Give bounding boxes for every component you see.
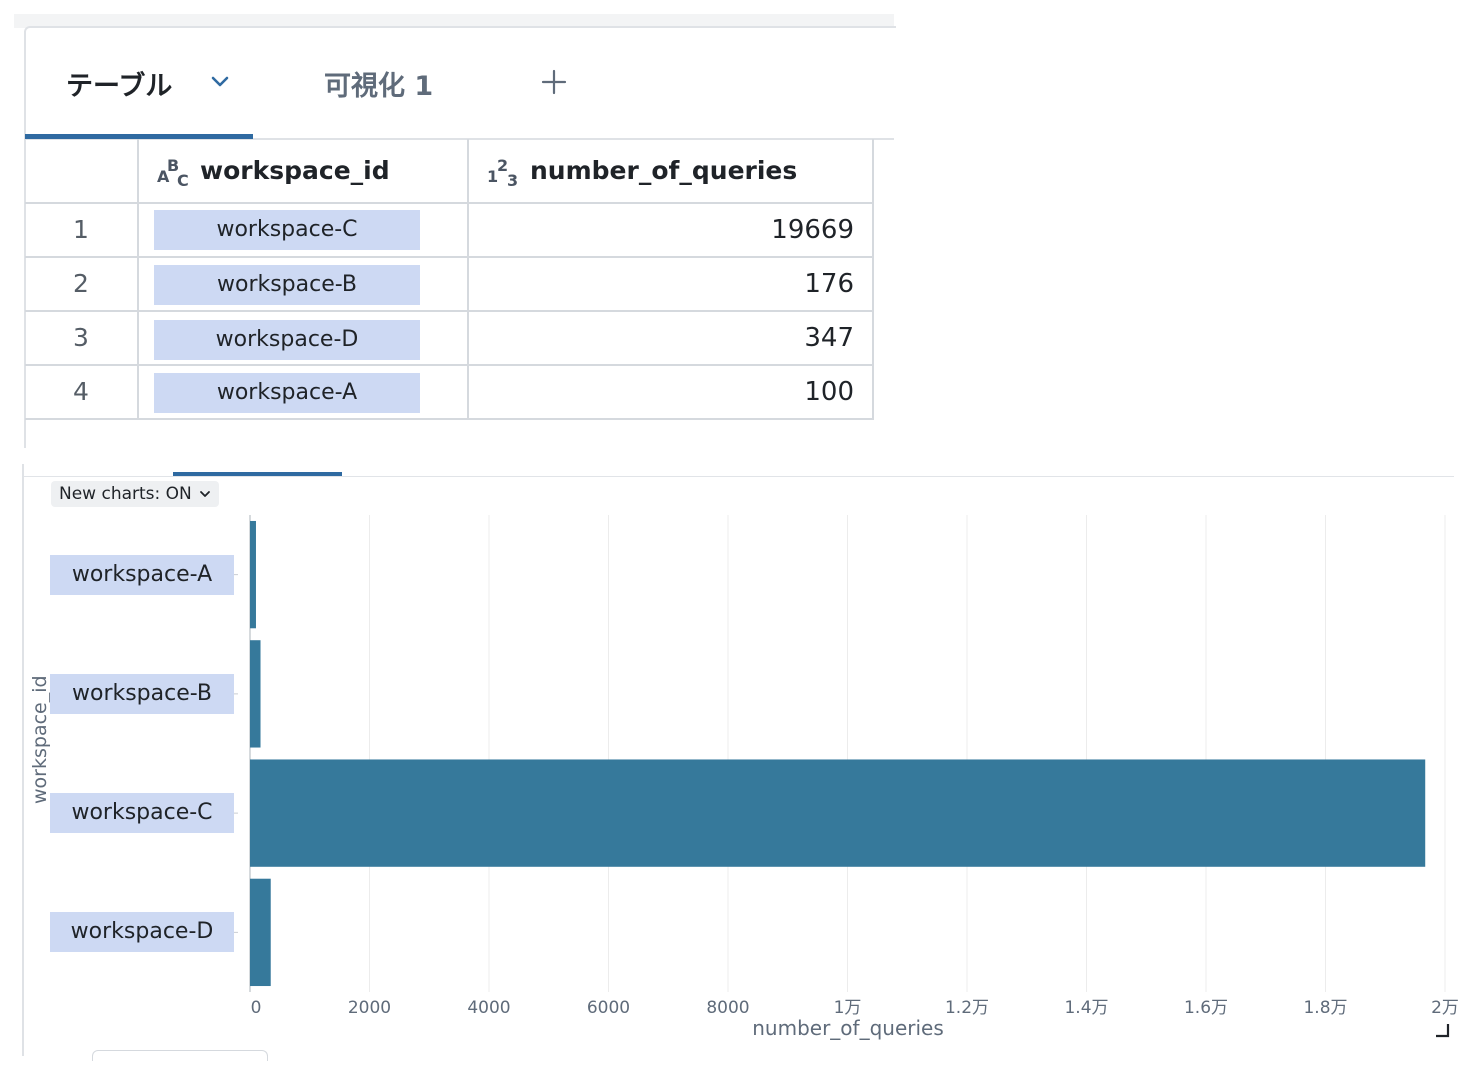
x-tick-label: 2000 [348,998,391,1018]
x-axis-title: number_of_queries [752,1016,944,1040]
panel-tab-stub [92,1050,268,1061]
x-tick-label: 1.6万 [1184,998,1228,1018]
x-tick-label: 1万 [834,998,862,1018]
bar-workspace-C[interactable] [250,759,1426,867]
x-tick-label: 0 [251,998,262,1018]
bar-workspace-A[interactable] [250,520,256,629]
x-tick-label: 4000 [467,998,510,1018]
bar-chart: 0 2000 4000 6000 8000 1万 1.2万 1.4万 1.6万 1.8万 2万 [234,515,1459,1018]
x-tick-label: 2万 [1431,998,1459,1018]
x-tick-label: 1.4万 [1064,998,1108,1018]
y-category-label: workspace-B [50,674,234,714]
chart-bars [250,520,1426,987]
bar-workspace-B[interactable] [250,640,261,748]
y-category-label: workspace-A [50,555,234,595]
x-tick-label: 1.8万 [1303,998,1347,1018]
x-tick-label: 8000 [706,998,749,1018]
y-category-label: workspace-D [50,912,234,952]
resize-handle-icon[interactable] [1434,1022,1450,1038]
y-category-label: workspace-C [50,793,234,833]
x-tick-label: 6000 [587,998,630,1018]
chart-grid [249,515,1446,992]
y-axis-title: workspace_id [29,675,51,804]
bar-workspace-D[interactable] [250,878,271,987]
x-tick-label: 1.2万 [945,998,989,1018]
